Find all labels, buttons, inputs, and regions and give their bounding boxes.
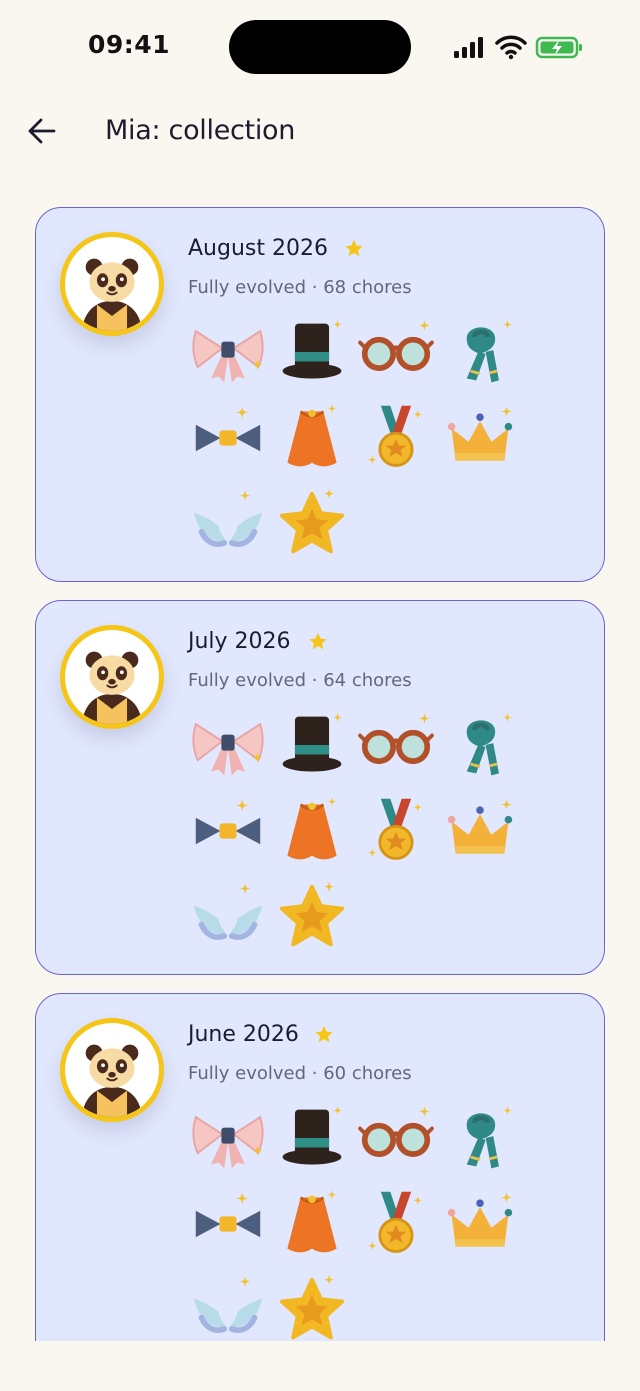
avatar <box>60 232 164 336</box>
panda-icon <box>65 237 159 331</box>
bow-tie-icon <box>188 400 268 476</box>
pink-bow-icon <box>188 1100 268 1176</box>
crown-icon <box>440 400 520 476</box>
collection-list[interactable]: August 2026 Fully evolved · 68 chores July… <box>0 175 640 1341</box>
cape-icon <box>272 1186 352 1262</box>
scarf-icon <box>440 707 520 783</box>
star-icon <box>272 1272 352 1341</box>
collection-card[interactable]: July 2026 Fully evolved · 64 chores <box>35 600 605 975</box>
scarf-icon <box>440 314 520 390</box>
star-icon <box>272 879 352 955</box>
glasses-icon <box>356 314 436 390</box>
avatar <box>60 625 164 729</box>
top-hat-icon <box>272 1100 352 1176</box>
card-subtitle: Fully evolved · 60 chores <box>188 1063 412 1084</box>
bow-tie-icon <box>188 793 268 869</box>
collection-card[interactable]: June 2026 Fully evolved · 60 chores <box>35 993 605 1341</box>
top-hat-icon <box>272 707 352 783</box>
wings-icon <box>188 879 268 955</box>
back-button[interactable] <box>22 111 62 151</box>
pink-bow-icon <box>188 707 268 783</box>
card-title: July 2026 <box>188 629 291 654</box>
page-title: Mia: collection <box>105 115 296 146</box>
medal-icon <box>356 1186 436 1262</box>
accessory-grid <box>188 314 518 564</box>
accessory-grid <box>188 1100 518 1341</box>
wings-icon <box>188 486 268 562</box>
card-title: June 2026 <box>188 1022 299 1047</box>
wings-icon <box>188 1272 268 1341</box>
crown-icon <box>440 793 520 869</box>
battery-icon <box>535 36 582 59</box>
dynamic-island <box>229 20 411 74</box>
cape-icon <box>272 400 352 476</box>
glasses-icon <box>356 707 436 783</box>
bow-tie-icon <box>188 1186 268 1262</box>
glasses-icon <box>356 1100 436 1176</box>
featured-star-icon <box>315 1026 333 1043</box>
featured-star-icon <box>309 633 327 650</box>
pink-bow-icon <box>188 314 268 390</box>
status-time: 09:41 <box>88 30 171 59</box>
accessory-grid <box>188 707 518 957</box>
status-bar: 09:41 <box>0 0 640 95</box>
panda-icon <box>65 630 159 724</box>
star-icon <box>272 486 352 562</box>
signal-icon <box>454 37 483 58</box>
crown-icon <box>440 1186 520 1262</box>
panda-icon <box>65 1023 159 1117</box>
featured-star-icon <box>345 240 363 257</box>
card-subtitle: Fully evolved · 68 chores <box>188 277 412 298</box>
card-title: August 2026 <box>188 236 328 261</box>
medal-icon <box>356 793 436 869</box>
back-arrow-icon <box>28 118 56 144</box>
cape-icon <box>272 793 352 869</box>
app-header: Mia: collection <box>0 95 640 175</box>
medal-icon <box>356 400 436 476</box>
top-hat-icon <box>272 314 352 390</box>
collection-card[interactable]: August 2026 Fully evolved · 68 chores <box>35 207 605 582</box>
wifi-icon <box>495 35 527 60</box>
avatar <box>60 1018 164 1122</box>
card-subtitle: Fully evolved · 64 chores <box>188 670 412 691</box>
status-icons <box>452 32 584 62</box>
scarf-icon <box>440 1100 520 1176</box>
